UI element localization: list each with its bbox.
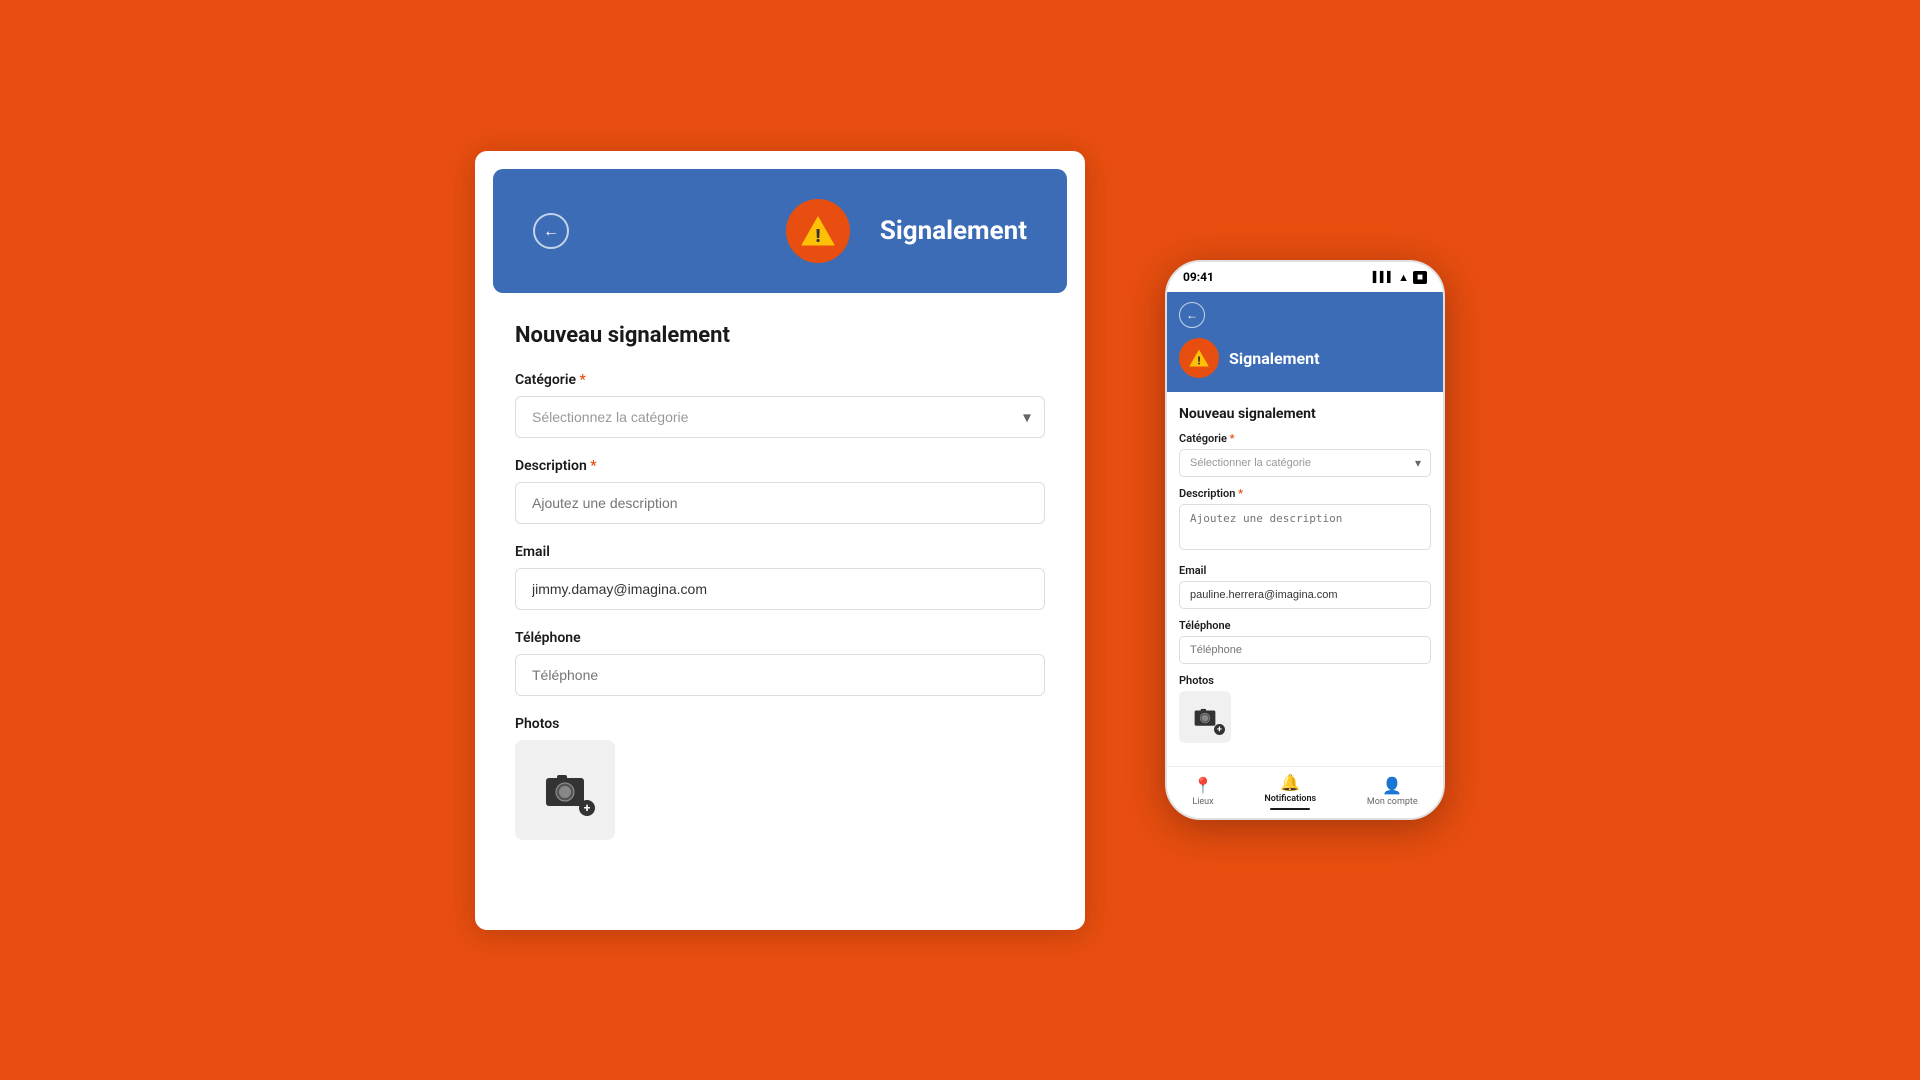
battery-icon: ■ — [1413, 271, 1427, 284]
phone-category-select-wrapper: Sélectionner la catégorie ▾ — [1179, 449, 1431, 477]
signal-icon: ▌▌▌ — [1373, 272, 1394, 283]
wifi-icon: ▲ — [1398, 271, 1409, 284]
photos-label: Photos — [515, 716, 1045, 732]
phone-nav-back: ← — [1167, 292, 1443, 328]
phone-form-title: Nouveau signalement — [1179, 406, 1431, 422]
category-label: Catégorie * — [515, 372, 1045, 388]
phone-photos-label: Photos — [1179, 674, 1431, 687]
category-group: Catégorie * Sélectionnez la catégorie ▾ — [515, 372, 1045, 438]
description-input[interactable] — [515, 482, 1045, 524]
phone-header-warning-icon: ! — [1179, 338, 1219, 378]
phone-telephone-input[interactable] — [1179, 636, 1431, 664]
nav-compte-label: Mon compte — [1367, 797, 1418, 807]
bell-icon: 🔔 — [1280, 773, 1300, 792]
email-label: Email — [515, 544, 1045, 560]
email-group: Email — [515, 544, 1045, 610]
nav-active-indicator — [1270, 808, 1310, 810]
phone-description-label: Description * — [1179, 487, 1431, 500]
description-required: * — [587, 458, 597, 474]
header-warning-icon: ! — [786, 199, 850, 263]
header-title-group: ! Signalement — [587, 199, 1027, 263]
phone-email-label: Email — [1179, 564, 1431, 577]
phone-telephone-group: Téléphone — [1179, 619, 1431, 664]
status-bar: 09:41 ▌▌▌ ▲ ■ — [1167, 262, 1443, 292]
category-select-wrapper: Sélectionnez la catégorie ▾ — [515, 396, 1045, 438]
phone-email-input[interactable] — [1179, 581, 1431, 609]
description-group: Description * — [515, 458, 1045, 524]
nav-item-notifications[interactable]: 🔔 Notifications — [1264, 773, 1316, 810]
phone-description-input[interactable] — [1179, 504, 1431, 550]
nav-item-lieux[interactable]: 📍 Lieux — [1192, 776, 1213, 807]
phone-telephone-label: Téléphone — [1179, 619, 1431, 632]
back-button[interactable]: ← — [533, 213, 569, 249]
description-label: Description * — [515, 458, 1045, 474]
status-time: 09:41 — [1183, 270, 1214, 284]
nav-notifications-label: Notifications — [1264, 794, 1316, 804]
phone-body: Nouveau signalement Catégorie * Sélectio… — [1167, 392, 1443, 818]
header-title: Signalement — [880, 216, 1027, 246]
svg-text:!: ! — [815, 226, 820, 247]
phone-email-group: Email — [1179, 564, 1431, 609]
phone-category-label: Catégorie * — [1179, 432, 1431, 445]
user-icon: 👤 — [1382, 776, 1402, 795]
phone-screen: ← ! Signalement Nouveau signalement — [1167, 292, 1443, 818]
phone-header-title: Signalement — [1229, 349, 1320, 368]
phone-category-required: * — [1227, 432, 1235, 445]
scene: ← ! Signalement Nouveau signalement Caté… — [0, 0, 1920, 1080]
photos-group: Photos + — [515, 716, 1045, 840]
phone-bottom-nav: 📍 Lieux 🔔 Notifications 👤 Mon compte — [1167, 766, 1443, 818]
phone-photos-add-button[interactable]: + — [1179, 691, 1231, 743]
nav-item-compte[interactable]: 👤 Mon compte — [1367, 776, 1418, 807]
category-select[interactable]: Sélectionnez la catégorie — [515, 396, 1045, 438]
phone-category-select[interactable]: Sélectionner la catégorie — [1179, 449, 1431, 477]
phone-category-group: Catégorie * Sélectionner la catégorie ▾ — [1179, 432, 1431, 477]
phone-add-photo-plus-icon: + — [1214, 724, 1225, 735]
category-required: * — [576, 372, 586, 388]
mobile-phone: 09:41 ▌▌▌ ▲ ■ ← ! Signalement — [1165, 260, 1445, 820]
card-header: ← ! Signalement — [493, 169, 1067, 293]
telephone-input[interactable] — [515, 654, 1045, 696]
telephone-group: Téléphone — [515, 630, 1045, 696]
phone-back-button[interactable]: ← — [1179, 302, 1205, 328]
card-body: Nouveau signalement Catégorie * Sélectio… — [475, 293, 1085, 890]
photos-add-button[interactable]: + — [515, 740, 615, 840]
phone-description-required: * — [1235, 487, 1243, 500]
status-icons: ▌▌▌ ▲ ■ — [1373, 271, 1427, 284]
telephone-label: Téléphone — [515, 630, 1045, 646]
phone-description-group: Description * — [1179, 487, 1431, 554]
desktop-card: ← ! Signalement Nouveau signalement Caté… — [475, 151, 1085, 930]
email-input[interactable] — [515, 568, 1045, 610]
form-title: Nouveau signalement — [515, 323, 1045, 348]
svg-text:!: ! — [1197, 355, 1200, 368]
location-icon: 📍 — [1193, 776, 1213, 795]
nav-lieux-label: Lieux — [1192, 797, 1213, 807]
add-photo-plus-icon: + — [579, 800, 595, 816]
phone-photos-group: Photos + — [1179, 674, 1431, 743]
phone-header: ! Signalement — [1167, 328, 1443, 392]
